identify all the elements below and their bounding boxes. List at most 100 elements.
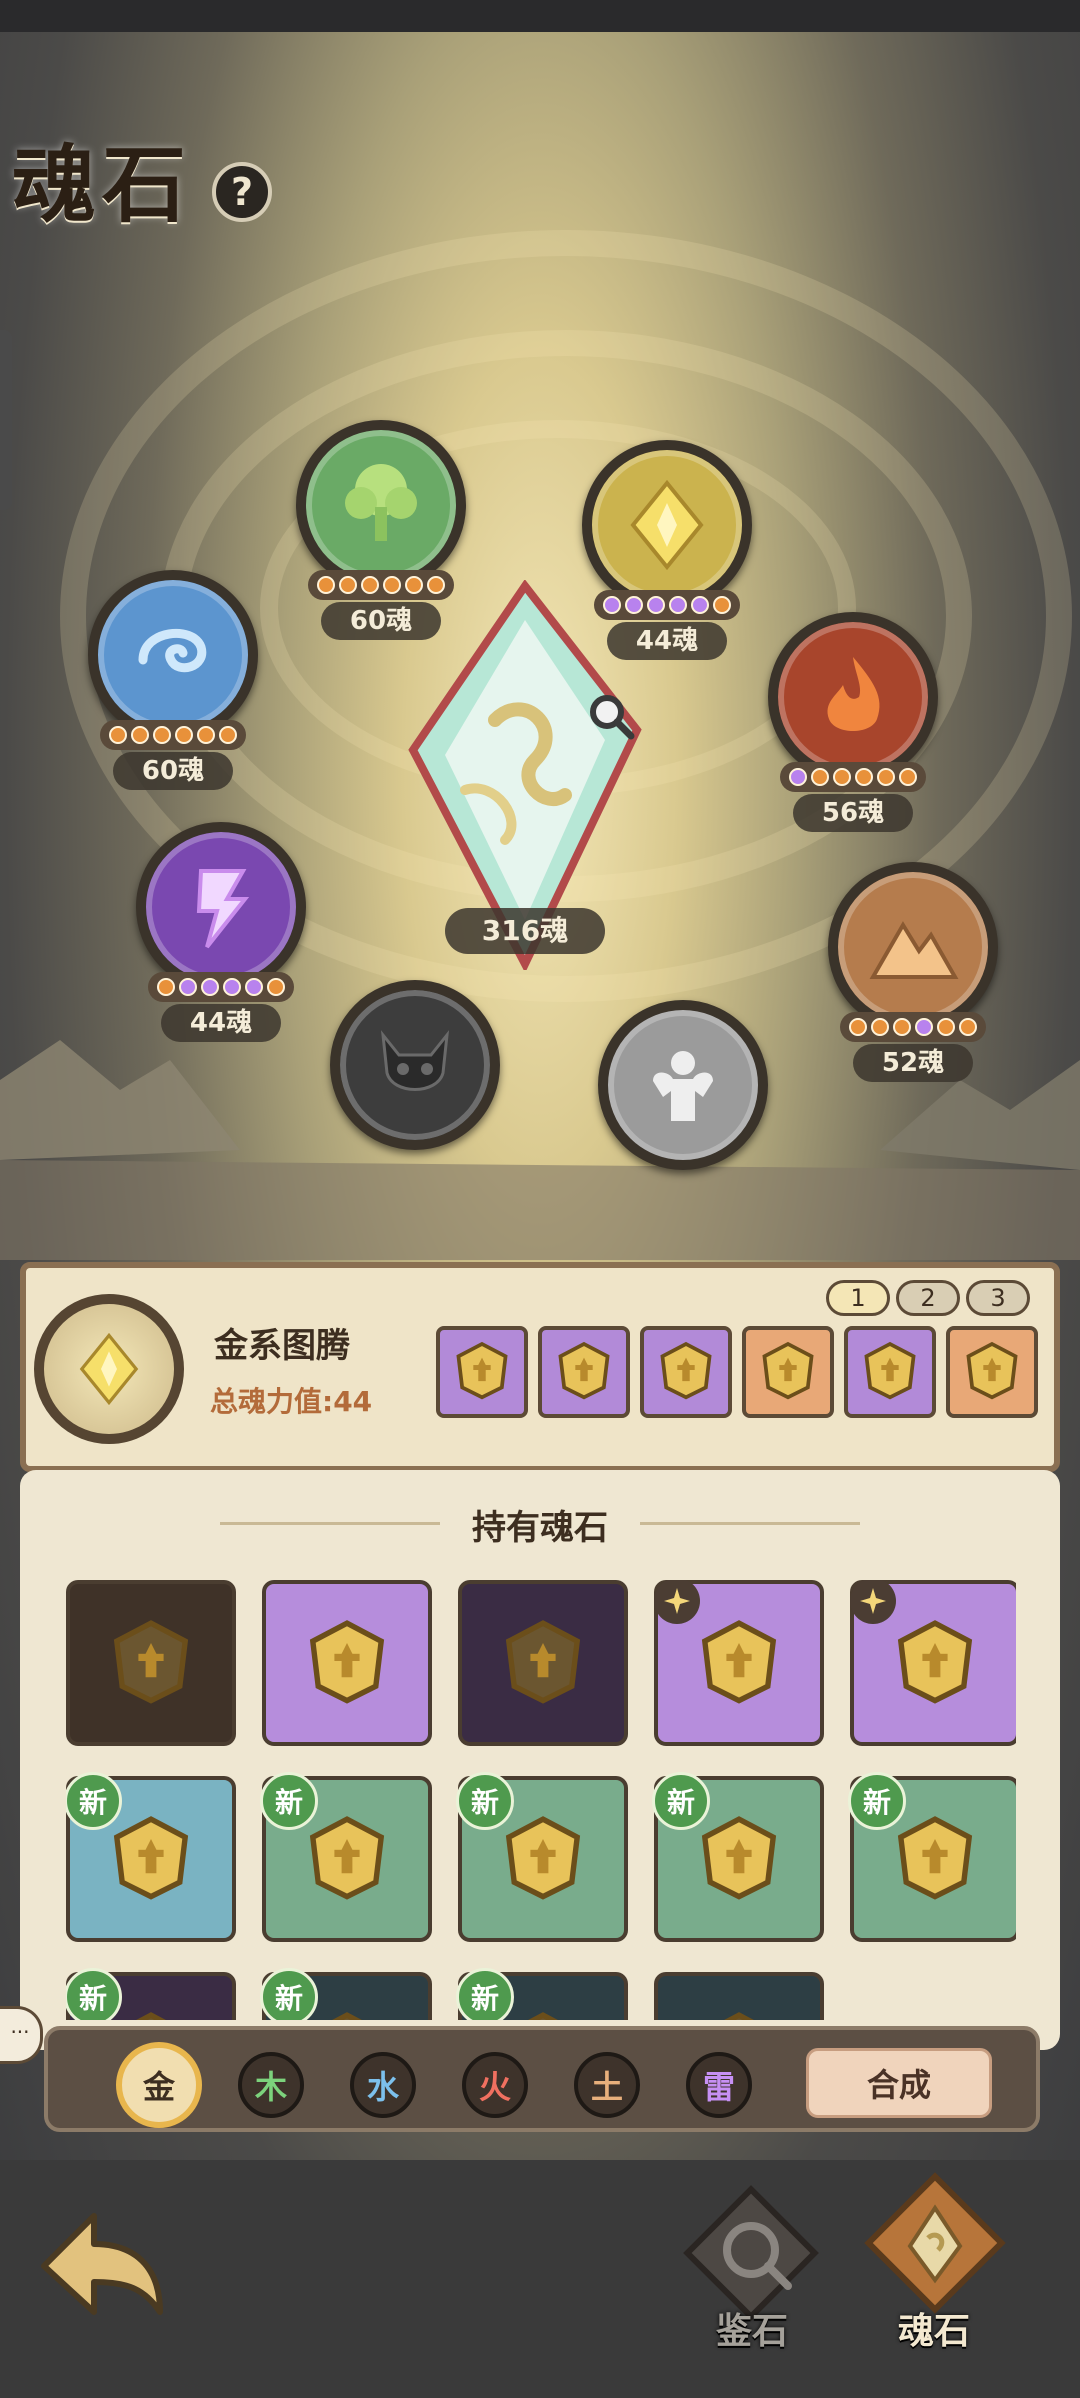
star-dot — [855, 768, 873, 786]
soulstone-item[interactable]: 新 — [848, 1772, 1016, 1942]
node-strength[interactable] — [598, 1000, 768, 1170]
flame-icon — [768, 612, 938, 782]
star-dot — [691, 596, 709, 614]
soulstone-item[interactable]: 新 — [66, 1772, 236, 1942]
filter-metal[interactable]: 金 — [116, 2042, 202, 2128]
filter-fire[interactable]: 火 — [462, 2052, 528, 2118]
totem-slot[interactable] — [640, 1326, 732, 1418]
node-earth[interactable]: 52魂 — [828, 862, 998, 1082]
soulstone-icon — [106, 1812, 196, 1906]
back-arrow-icon[interactable] — [34, 2196, 174, 2336]
totem-slot[interactable] — [436, 1326, 528, 1418]
page-tab-1[interactable]: 1 — [826, 1280, 890, 1316]
lightning-icon — [136, 822, 306, 992]
soulstone-icon — [302, 2008, 392, 2020]
new-badge: 新 — [456, 1968, 514, 2020]
star-dot — [383, 576, 401, 594]
soulstone-item[interactable] — [654, 1580, 824, 1746]
page-tab-2[interactable]: 2 — [896, 1280, 960, 1316]
new-badge: 新 — [260, 1772, 318, 1830]
soulstone-icon — [302, 1616, 392, 1710]
soulstone-item[interactable]: 新 — [652, 1772, 824, 1942]
node-value: 56魂 — [793, 794, 913, 832]
star-dot — [175, 726, 193, 744]
star-dot — [713, 596, 731, 614]
soulstone-item[interactable] — [66, 1580, 236, 1746]
soulstone-icon — [694, 2008, 784, 2020]
demon-mask-icon — [330, 980, 500, 1150]
new-badge: 新 — [848, 1772, 906, 1830]
new-badge: 新 — [652, 1772, 710, 1830]
swirl-icon — [88, 570, 258, 740]
node-demon[interactable] — [330, 980, 500, 1150]
star-dots — [840, 1012, 986, 1042]
soulstone-icon — [106, 1616, 196, 1710]
soulstone-item[interactable] — [458, 1580, 628, 1746]
star-dot — [153, 726, 171, 744]
filter-wood[interactable]: 木 — [238, 2052, 304, 2118]
star-dot — [647, 596, 665, 614]
soulstone-icon — [451, 1339, 513, 1405]
magnifier-icon[interactable] — [585, 690, 637, 742]
totem-title: 金系图腾 — [214, 1326, 350, 1366]
totem-slot[interactable] — [946, 1326, 1038, 1418]
star-dot — [669, 596, 687, 614]
totem-total-power: 总魂力值:44 — [210, 1385, 373, 1418]
star-dots — [780, 762, 926, 792]
tab-soulstone-label[interactable]: 魂石 — [898, 2302, 970, 2354]
node-fire[interactable]: 56魂 — [768, 612, 938, 832]
soulstone-item[interactable]: 新 — [456, 1968, 628, 2020]
filter-water[interactable]: 水 — [350, 2052, 416, 2118]
star-dot — [811, 768, 829, 786]
side-drawer-handle[interactable] — [0, 330, 12, 510]
totem-slot[interactable] — [742, 1326, 834, 1418]
star-dots — [148, 972, 294, 1002]
inventory-title: 持有魂石 — [472, 1508, 608, 1548]
soulstone-item[interactable]: 新 — [66, 1968, 236, 2020]
node-thunder[interactable]: 44魂 — [136, 822, 306, 1042]
filter-earth[interactable]: 土 — [574, 2052, 640, 2118]
soulstone-item[interactable]: 新 — [260, 1968, 432, 2020]
soulstone-icon — [890, 1616, 980, 1710]
soulstone-item[interactable]: 新 — [456, 1772, 628, 1942]
star-dot — [317, 576, 335, 594]
star-dot — [267, 978, 285, 996]
soulstone-item[interactable]: 新 — [260, 1772, 432, 1942]
soulstone-icon[interactable] — [860, 2168, 1010, 2318]
totem-slots — [436, 1326, 1038, 1418]
node-value: 60魂 — [113, 752, 233, 790]
node-wood[interactable]: 60魂 — [296, 420, 466, 640]
star-dot — [789, 768, 807, 786]
soulstone-item[interactable] — [262, 1580, 432, 1746]
filter-thunder[interactable]: 雷 — [686, 2052, 752, 2118]
star-dot — [871, 1018, 889, 1036]
page-tab-3[interactable]: 3 — [966, 1280, 1030, 1316]
star-dot — [877, 768, 895, 786]
mountain-icon — [828, 862, 998, 1032]
star-dot — [109, 726, 127, 744]
star-dot — [131, 726, 149, 744]
new-badge: 新 — [66, 1968, 122, 2020]
star-dot — [361, 576, 379, 594]
node-water[interactable]: 60魂 — [88, 570, 258, 790]
soulstone-icon — [890, 1812, 980, 1906]
star-badge-icon — [850, 1580, 896, 1624]
metal-totem-icon — [34, 1294, 184, 1444]
soulstone-item[interactable] — [654, 1972, 824, 2020]
new-badge: 新 — [456, 1772, 514, 1830]
star-dots — [100, 720, 246, 750]
chat-button[interactable]: ··· — [0, 2006, 43, 2064]
tab-appraise-label[interactable]: 鉴石 — [716, 2302, 788, 2354]
new-badge: 新 — [260, 1968, 318, 2020]
help-button[interactable]: ? — [212, 162, 272, 222]
totem-slot[interactable] — [844, 1326, 936, 1418]
page-selector: 1 2 3 — [826, 1280, 1030, 1316]
soulstone-icon — [859, 1339, 921, 1405]
crystal-value: 316魂 — [445, 908, 605, 954]
inventory-grid: 新新新新新新新新 — [66, 1580, 1016, 2020]
soulstone-item[interactable] — [850, 1580, 1016, 1746]
new-badge: 新 — [66, 1772, 122, 1830]
compose-button[interactable]: 合成 — [806, 2048, 992, 2118]
star-badge-icon — [654, 1580, 700, 1624]
totem-slot[interactable] — [538, 1326, 630, 1418]
